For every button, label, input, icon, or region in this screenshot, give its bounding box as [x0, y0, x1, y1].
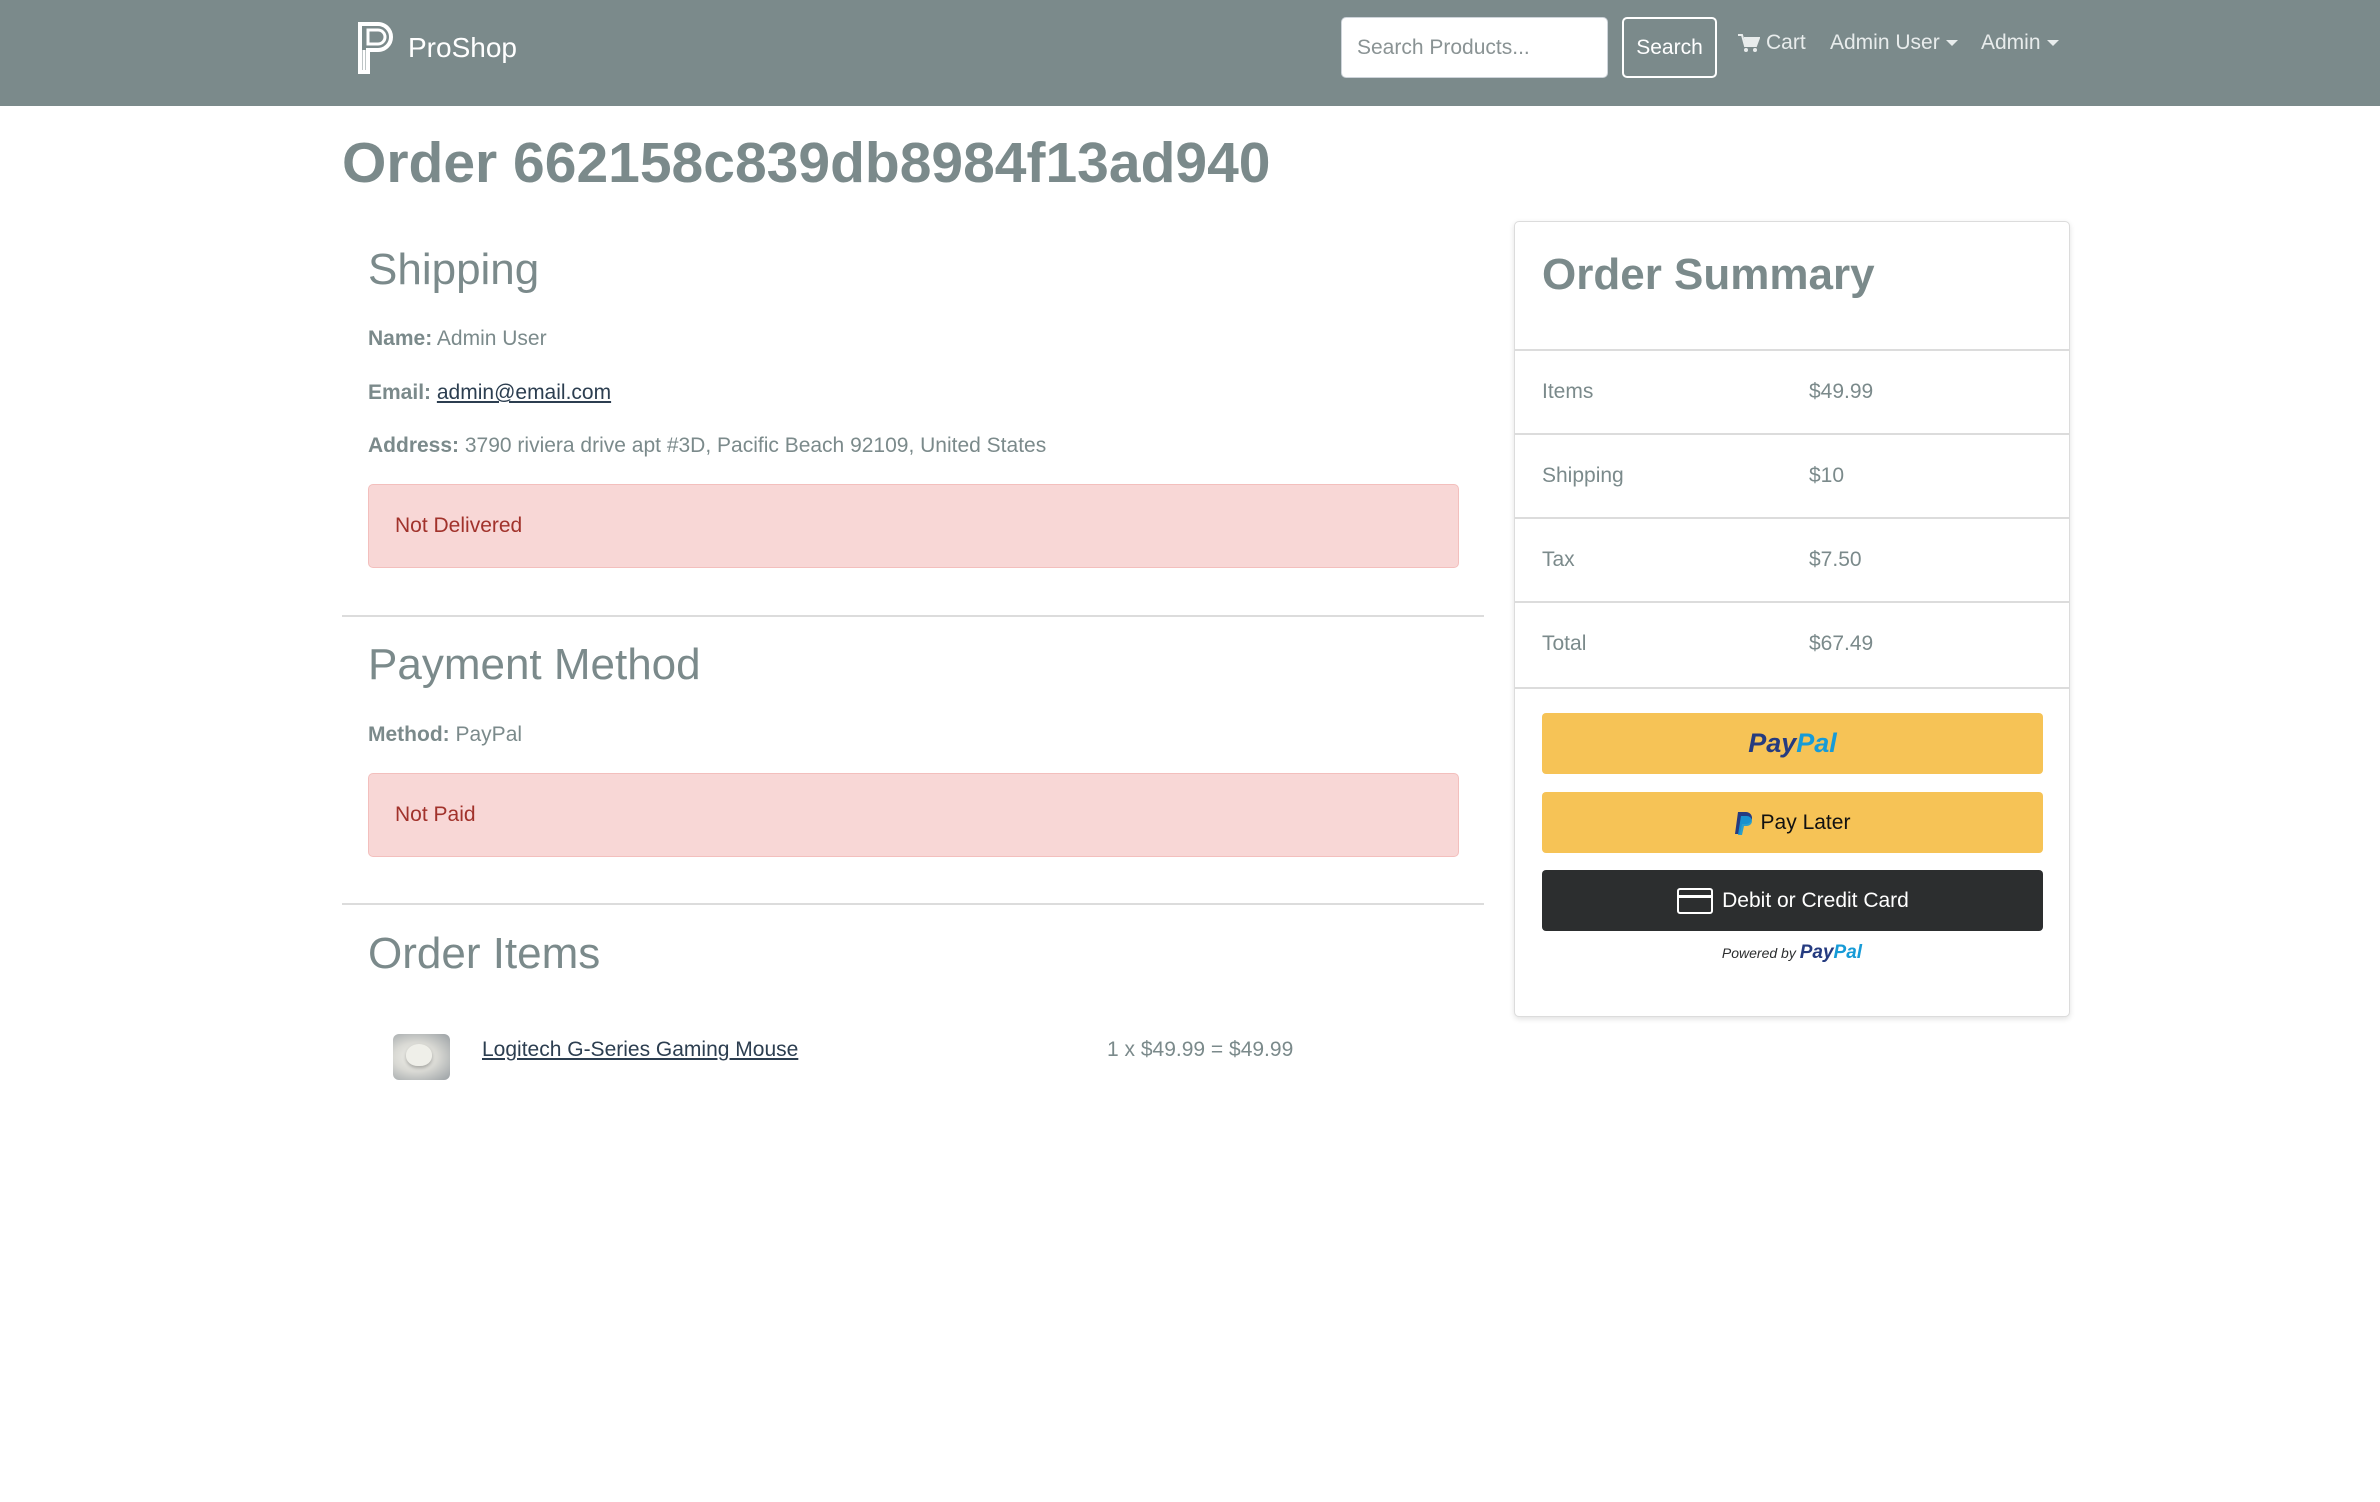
- summary-row-items: Items $49.99: [1515, 349, 2069, 433]
- pay-later-button[interactable]: Pay Later: [1542, 792, 2043, 853]
- summary-row-total: Total $67.49: [1515, 601, 2069, 685]
- shipping-name-row: Name: Admin User: [368, 327, 547, 351]
- divider: [1515, 687, 2069, 689]
- order-summary-heading: Order Summary: [1542, 250, 1875, 299]
- payment-status-alert: Not Paid: [368, 773, 1459, 857]
- payment-method-row: Method: PayPal: [368, 723, 522, 747]
- product-image: [393, 1034, 450, 1080]
- summary-label: Items: [1542, 380, 1594, 403]
- order-items-heading: Order Items: [368, 929, 601, 978]
- cart-link[interactable]: Cart: [1738, 27, 1806, 59]
- shipping-email-row: Email: admin@email.com: [368, 381, 611, 405]
- address-label: Address:: [368, 434, 460, 457]
- user-menu-dropdown[interactable]: Admin User: [1830, 27, 1958, 59]
- credit-card-icon: [1677, 887, 1714, 914]
- paypal-p-icon: [1734, 811, 1752, 835]
- summary-value: $67.49: [1809, 632, 1874, 655]
- method-label: Method:: [368, 723, 450, 746]
- proshop-logo-icon: [358, 22, 393, 74]
- powered-by-paypal: Powered by PayPal: [1515, 942, 2069, 964]
- order-summary-card: Order Summary Items $49.99 Shipping $10 …: [1514, 221, 2070, 1017]
- name-label: Name:: [368, 327, 433, 350]
- summary-row-shipping: Shipping $10: [1515, 433, 2069, 517]
- search-button[interactable]: Search: [1622, 17, 1717, 78]
- email-label: Email:: [368, 381, 432, 404]
- navbar: ProShop Search Cart Admin User Admin: [0, 0, 2380, 106]
- search-input[interactable]: [1341, 17, 1608, 78]
- caret-down-icon: [1945, 40, 1958, 46]
- page-title: Order 662158c839db8984f13ad940: [342, 131, 1271, 195]
- summary-row-tax: Tax $7.50: [1515, 517, 2069, 601]
- debit-credit-card-button[interactable]: Debit or Credit Card: [1542, 870, 2043, 931]
- email-link[interactable]: admin@email.com: [437, 381, 611, 404]
- admin-menu-dropdown[interactable]: Admin: [1981, 27, 2059, 59]
- divider: [342, 903, 1484, 905]
- summary-value: $10: [1809, 464, 1845, 487]
- brand-link[interactable]: ProShop: [354, 20, 517, 76]
- paypal-mini-logo: PayPal: [1799, 942, 1863, 963]
- item-price-line: 1 x $49.99 = $49.99: [1107, 1038, 1294, 1061]
- delivery-status-alert: Not Delivered: [368, 484, 1459, 568]
- product-link[interactable]: Logitech G-Series Gaming Mouse: [482, 1038, 798, 1062]
- caret-down-icon: [2046, 40, 2059, 46]
- divider: [342, 615, 1484, 617]
- payment-heading: Payment Method: [368, 640, 701, 689]
- summary-value: $7.50: [1809, 548, 1862, 571]
- summary-label: Tax: [1542, 548, 1575, 571]
- user-menu-label: Admin User: [1830, 31, 1940, 54]
- paypal-button[interactable]: PayPal: [1542, 713, 2043, 774]
- brand-name: ProShop: [408, 32, 517, 63]
- paypal-logo: PayPal: [1748, 728, 1837, 758]
- cart-label: Cart: [1766, 31, 1806, 54]
- payment-method: PayPal: [455, 723, 523, 746]
- summary-label: Total: [1542, 632, 1587, 655]
- card-button-label: Debit or Credit Card: [1722, 888, 1909, 912]
- shipping-heading: Shipping: [368, 245, 540, 294]
- shipping-address: 3790 riviera drive apt #3D, Pacific Beac…: [464, 434, 1047, 457]
- admin-menu-label: Admin: [1981, 31, 2041, 54]
- pay-later-label: Pay Later: [1760, 810, 1851, 834]
- summary-label: Shipping: [1542, 464, 1624, 487]
- powered-by-label: Powered by: [1721, 945, 1796, 961]
- shipping-name: Admin User: [436, 327, 547, 350]
- shipping-address-row: Address: 3790 riviera drive apt #3D, Pac…: [368, 434, 1046, 458]
- cart-icon: [1738, 34, 1760, 52]
- summary-value: $49.99: [1809, 380, 1874, 403]
